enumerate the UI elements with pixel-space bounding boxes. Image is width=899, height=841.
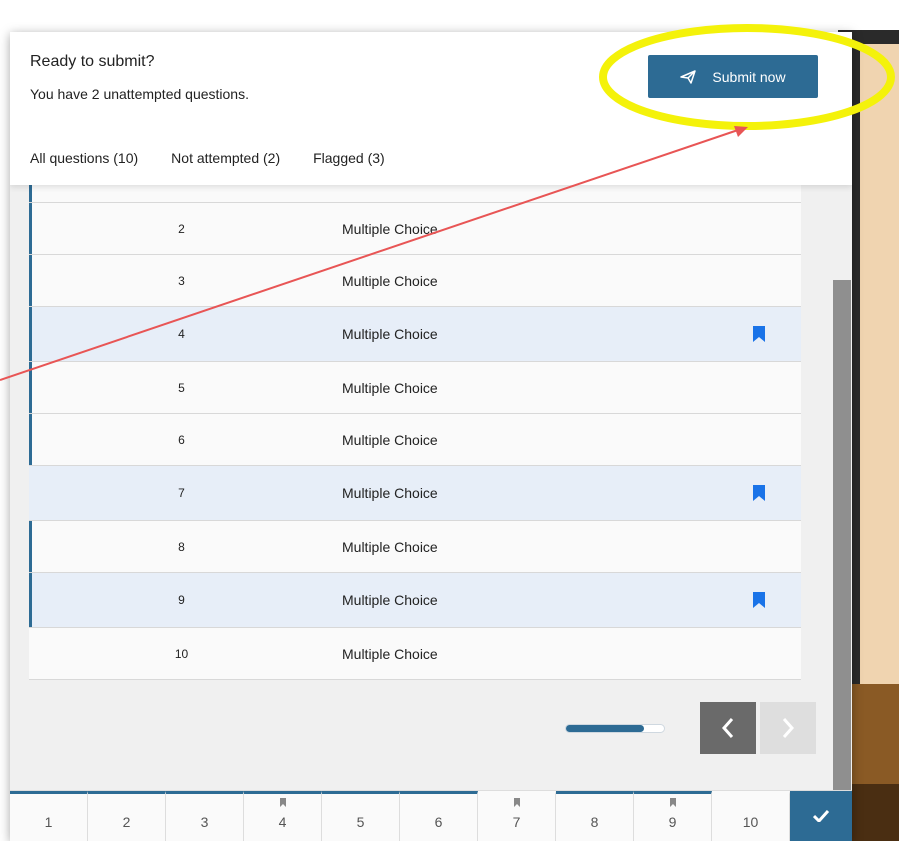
question-type: Multiple Choice: [342, 220, 438, 237]
question-type: Multiple Choice: [342, 272, 438, 289]
paper-plane-icon: [680, 69, 697, 84]
question-nav-10[interactable]: 10: [712, 791, 790, 841]
question-type: Multiple Choice: [342, 326, 438, 342]
question-nav-label: 2: [122, 814, 131, 830]
question-row[interactable]: 8 Multiple Choice: [29, 521, 801, 573]
question-filter-tabs: All questions (10) Not attempted (2) Fla…: [30, 150, 418, 166]
question-row[interactable]: 2 Multiple Choice: [29, 203, 801, 255]
question-row[interactable]: 10 Multiple Choice: [29, 628, 801, 680]
question-nav-label: 4: [278, 814, 287, 830]
tab-not-attempted[interactable]: Not attempted (2): [171, 150, 280, 166]
submit-now-button[interactable]: Submit now: [648, 55, 818, 98]
question-nav-2[interactable]: 2: [88, 791, 166, 841]
question-nav-label: 9: [668, 814, 677, 830]
next-page-button[interactable]: [760, 702, 816, 754]
question-nav-9[interactable]: 9: [634, 791, 712, 841]
question-nav-label: 7: [512, 814, 521, 830]
question-type: Multiple Choice: [342, 431, 438, 448]
question-nav-label: 8: [590, 814, 599, 830]
scrollbar[interactable]: [833, 280, 851, 790]
checkmark-icon: [813, 810, 829, 822]
question-number: 9: [178, 593, 185, 607]
question-row[interactable]: 3 Multiple Choice: [29, 255, 801, 307]
bookmark-icon: [753, 326, 765, 342]
tab-all-questions[interactable]: All questions (10): [30, 150, 138, 166]
question-nav-5[interactable]: 5: [322, 791, 400, 841]
question-row[interactable]: 4 Multiple Choice: [29, 307, 801, 362]
bookmark-icon: [753, 485, 765, 501]
question-nav-label: 10: [742, 814, 759, 830]
question-nav-label: 6: [434, 814, 443, 830]
finish-button[interactable]: [790, 791, 852, 841]
question-nav-label: 1: [44, 814, 53, 830]
question-row[interactable]: 9 Multiple Choice: [29, 573, 801, 628]
tab-flagged[interactable]: Flagged (3): [313, 150, 385, 166]
question-nav-4[interactable]: 4: [244, 791, 322, 841]
question-navigation-bar: 1 2 3 4 5 6 7 8 9 10: [10, 790, 852, 841]
progress-bar-fill: [566, 725, 645, 732]
bookmark-icon: [669, 798, 676, 807]
question-nav-label: 3: [200, 814, 209, 830]
chevron-right-icon: [782, 718, 795, 738]
page-title: Ready to submit?: [30, 53, 155, 70]
question-type: Multiple Choice: [342, 379, 438, 396]
question-row[interactable]: 5 Multiple Choice: [29, 362, 801, 414]
unattempted-summary: You have 2 unattempted questions.: [30, 86, 249, 102]
bookmark-icon: [279, 798, 286, 807]
question-type: Multiple Choice: [342, 485, 438, 501]
question-nav-3[interactable]: 3: [166, 791, 244, 841]
question-nav-label: 5: [356, 814, 365, 830]
question-row[interactable]: 7 Multiple Choice: [29, 466, 801, 521]
submit-review-panel: Ready to submit? You have 2 unattempted …: [10, 32, 852, 841]
submit-now-label: Submit now: [712, 68, 786, 85]
question-number: 10: [174, 646, 189, 661]
question-number: 4: [178, 327, 185, 341]
question-number: 2: [178, 221, 185, 236]
question-number: 7: [178, 486, 185, 500]
bookmark-icon: [753, 592, 765, 608]
background-scenery: [860, 44, 899, 684]
question-row[interactable]: 6 Multiple Choice: [29, 414, 801, 466]
question-number: 3: [178, 273, 185, 288]
question-type: Multiple Choice: [342, 645, 438, 662]
review-header: Ready to submit? You have 2 unattempted …: [10, 32, 852, 185]
question-type: Multiple Choice: [342, 592, 438, 608]
bookmark-icon: [513, 798, 520, 807]
question-list: 1Multiple Choice2Multiple Choice3Multipl…: [29, 151, 801, 680]
question-number: 5: [178, 380, 185, 395]
question-nav-6[interactable]: 6: [400, 791, 478, 841]
background-scenery-lower: [852, 684, 899, 841]
question-type: Multiple Choice: [342, 538, 438, 555]
previous-page-button[interactable]: [700, 702, 756, 754]
question-number: 6: [178, 432, 185, 447]
question-nav-7[interactable]: 7: [478, 791, 556, 841]
question-nav-8[interactable]: 8: [556, 791, 634, 841]
question-nav-1[interactable]: 1: [10, 791, 88, 841]
chevron-left-icon: [721, 718, 734, 738]
background-top: [0, 0, 899, 32]
question-number: 8: [178, 539, 185, 554]
progress-bar: [565, 724, 665, 733]
